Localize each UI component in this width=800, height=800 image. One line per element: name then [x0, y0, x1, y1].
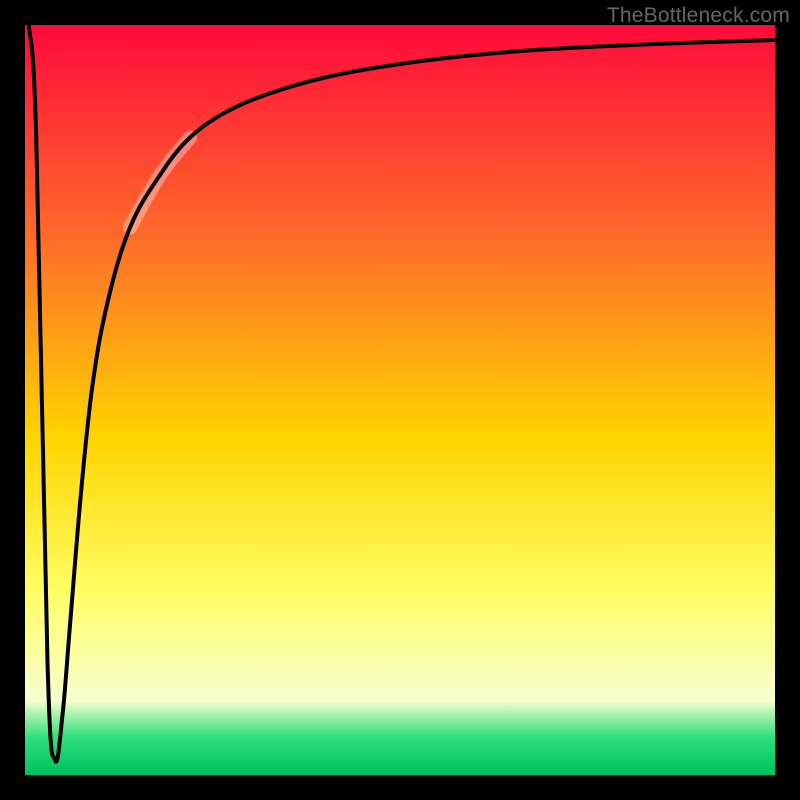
chart-frame: TheBottleneck.com: [0, 0, 800, 800]
gradient-background: [25, 25, 775, 775]
watermark-text: TheBottleneck.com: [607, 4, 790, 28]
plot-area: [25, 25, 775, 775]
bottleneck-chart: [25, 25, 775, 775]
